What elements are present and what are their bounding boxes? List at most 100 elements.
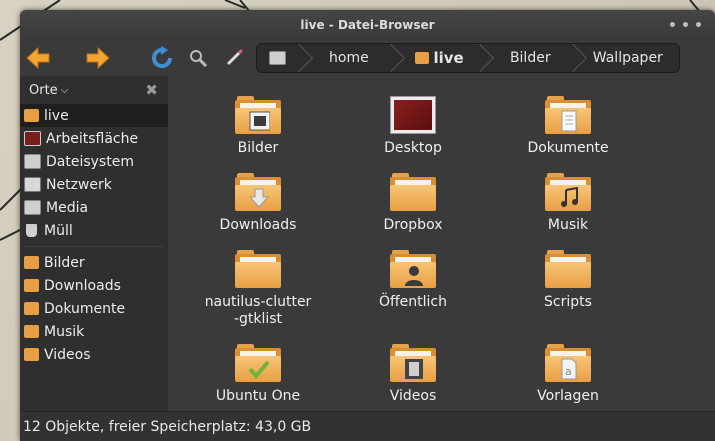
sidebar-item-label: Müll	[44, 222, 73, 239]
edit-location-button[interactable]	[220, 44, 248, 72]
file-item-label: Dokumente	[527, 140, 609, 156]
sidebar-item-müll[interactable]: Müll	[20, 219, 168, 242]
sidebar-item-label: Musik	[44, 323, 85, 340]
minimize-button[interactable]	[670, 22, 675, 27]
sidebar-item-label: Media	[46, 199, 89, 216]
window-controls[interactable]	[670, 22, 701, 27]
places-list: live Arbeitsfläche Dateisystem Netzwerk Medi…	[20, 104, 168, 242]
videos-folder-icon	[24, 348, 39, 361]
arrow-left-icon	[26, 47, 50, 69]
folder-icon	[390, 173, 436, 211]
sidebar-item-live[interactable]: live	[20, 104, 168, 127]
trash-icon	[26, 224, 37, 237]
file-item-label: Vorlagen	[537, 388, 599, 404]
window-title: live - Datei-Browser	[300, 18, 435, 32]
music-folder-icon	[24, 325, 39, 338]
desktop-icon	[24, 131, 41, 146]
crumb-home[interactable]: home	[303, 44, 396, 72]
music-folder-icon	[545, 173, 591, 211]
ubuntuone-folder-icon	[235, 344, 281, 382]
pencil-icon	[226, 48, 244, 66]
sidebar: Orte ⌵ ✖ live Arbeitsfläche Dateisystem Net…	[20, 76, 168, 411]
sidebar-item-musik[interactable]: Musik	[20, 320, 168, 343]
sidebar-item-downloads[interactable]: Downloads	[20, 274, 168, 297]
search-button[interactable]	[184, 44, 212, 72]
file-item[interactable]: Ubuntu One	[188, 344, 328, 405]
file-item-label: Öffentlich	[379, 294, 447, 310]
file-item-label: Ubuntu One	[215, 388, 301, 404]
path-bar: home live Bilder Wallpaper	[256, 43, 680, 73]
file-item[interactable]: nautilus-clutter-gtklist	[188, 250, 328, 328]
file-item-label: Downloads	[219, 217, 297, 233]
file-browser-window: live - Datei-Browser home live Bilder Wa…	[20, 10, 715, 441]
reload-button[interactable]	[148, 44, 176, 72]
pictures-folder-icon	[235, 96, 281, 134]
downloads-folder-icon	[24, 279, 39, 292]
file-item[interactable]: Downloads	[188, 173, 328, 234]
maximize-button[interactable]	[683, 22, 688, 27]
sidebar-mode-label: Orte	[29, 82, 58, 98]
crumb-live[interactable]: live	[395, 44, 484, 72]
network-icon	[24, 177, 41, 192]
sidebar-item-label: Arbeitsfläche	[46, 130, 139, 147]
file-item[interactable]: Desktop	[343, 96, 483, 157]
sidebar-item-label: Dateisystem	[46, 153, 134, 170]
status-bar: 12 Objekte, freier Speicherplatz: 43,0 G…	[20, 411, 715, 441]
file-item-label: Videos	[389, 388, 437, 404]
sidebar-item-bilder[interactable]: Bilder	[20, 251, 168, 274]
file-item[interactable]: Videos	[343, 344, 483, 405]
file-item-label: Musik	[547, 217, 589, 233]
videos-folder-icon	[390, 344, 436, 382]
sidebar-item-media[interactable]: Media	[20, 196, 168, 219]
sidebar-item-dokumente[interactable]: Dokumente	[20, 297, 168, 320]
downloads-folder-icon	[235, 173, 281, 211]
title-bar[interactable]: live - Datei-Browser	[20, 10, 715, 40]
file-item[interactable]: Dropbox	[343, 173, 483, 234]
templates-folder-icon: a	[545, 344, 591, 382]
folder-icon	[545, 250, 591, 288]
close-button[interactable]	[696, 22, 701, 27]
toolbar: home live Bilder Wallpaper	[20, 40, 715, 76]
sidebar-item-label: Bilder	[44, 254, 85, 271]
home-folder-icon	[24, 109, 39, 122]
arrow-right-icon	[86, 47, 110, 69]
drive-icon	[269, 51, 286, 65]
file-item[interactable]: Öffentlich	[343, 250, 483, 311]
file-item-label: nautilus-clutter-gtklist	[204, 294, 312, 327]
search-icon	[190, 50, 208, 68]
refresh-icon	[152, 46, 172, 68]
sidebar-header[interactable]: Orte ⌵ ✖	[20, 76, 168, 104]
forward-button[interactable]	[84, 44, 112, 72]
sidebar-item-label: Videos	[44, 346, 91, 363]
sidebar-item-label: Netzwerk	[46, 176, 112, 193]
pictures-folder-icon	[24, 256, 39, 269]
file-item[interactable]: Dokumente	[498, 96, 638, 157]
crumb-filesystem[interactable]	[257, 44, 303, 72]
drive-icon	[24, 200, 41, 215]
crumb-live-label: live	[433, 49, 464, 67]
file-item[interactable]: Scripts	[498, 250, 638, 311]
sidebar-item-videos[interactable]: Videos	[20, 343, 168, 366]
file-item[interactable]: Musik	[498, 173, 638, 234]
documents-folder-icon	[24, 302, 39, 315]
file-item-label: Desktop	[384, 140, 442, 156]
home-folder-icon	[415, 52, 430, 64]
documents-folder-icon	[545, 96, 591, 134]
chevron-down-icon: ⌵	[60, 84, 69, 96]
sidebar-item-label: Downloads	[44, 277, 121, 294]
file-item[interactable]: Bilder	[188, 96, 328, 157]
folder-icon	[235, 250, 281, 288]
close-sidebar-icon[interactable]: ✖	[145, 81, 158, 99]
bookmarks-list: Bilder Downloads Dokumente Musik Videos	[20, 251, 168, 366]
sidebar-item-arbeitsfläche[interactable]: Arbeitsfläche	[20, 127, 168, 150]
back-button[interactable]	[24, 44, 52, 72]
crumb-bilder[interactable]: Bilder	[484, 44, 577, 72]
sidebar-item-label: Dokumente	[44, 300, 126, 317]
file-grid: Bilder Desktop Dokumente Downloads Dropbox Mu…	[168, 76, 715, 411]
crumb-wallpaper[interactable]: Wallpaper	[577, 44, 679, 72]
sidebar-divider	[24, 242, 164, 247]
sidebar-item-netzwerk[interactable]: Netzwerk	[20, 173, 168, 196]
file-item[interactable]: a Vorlagen	[498, 344, 638, 405]
sidebar-item-dateisystem[interactable]: Dateisystem	[20, 150, 168, 173]
public-folder-icon	[390, 250, 436, 288]
